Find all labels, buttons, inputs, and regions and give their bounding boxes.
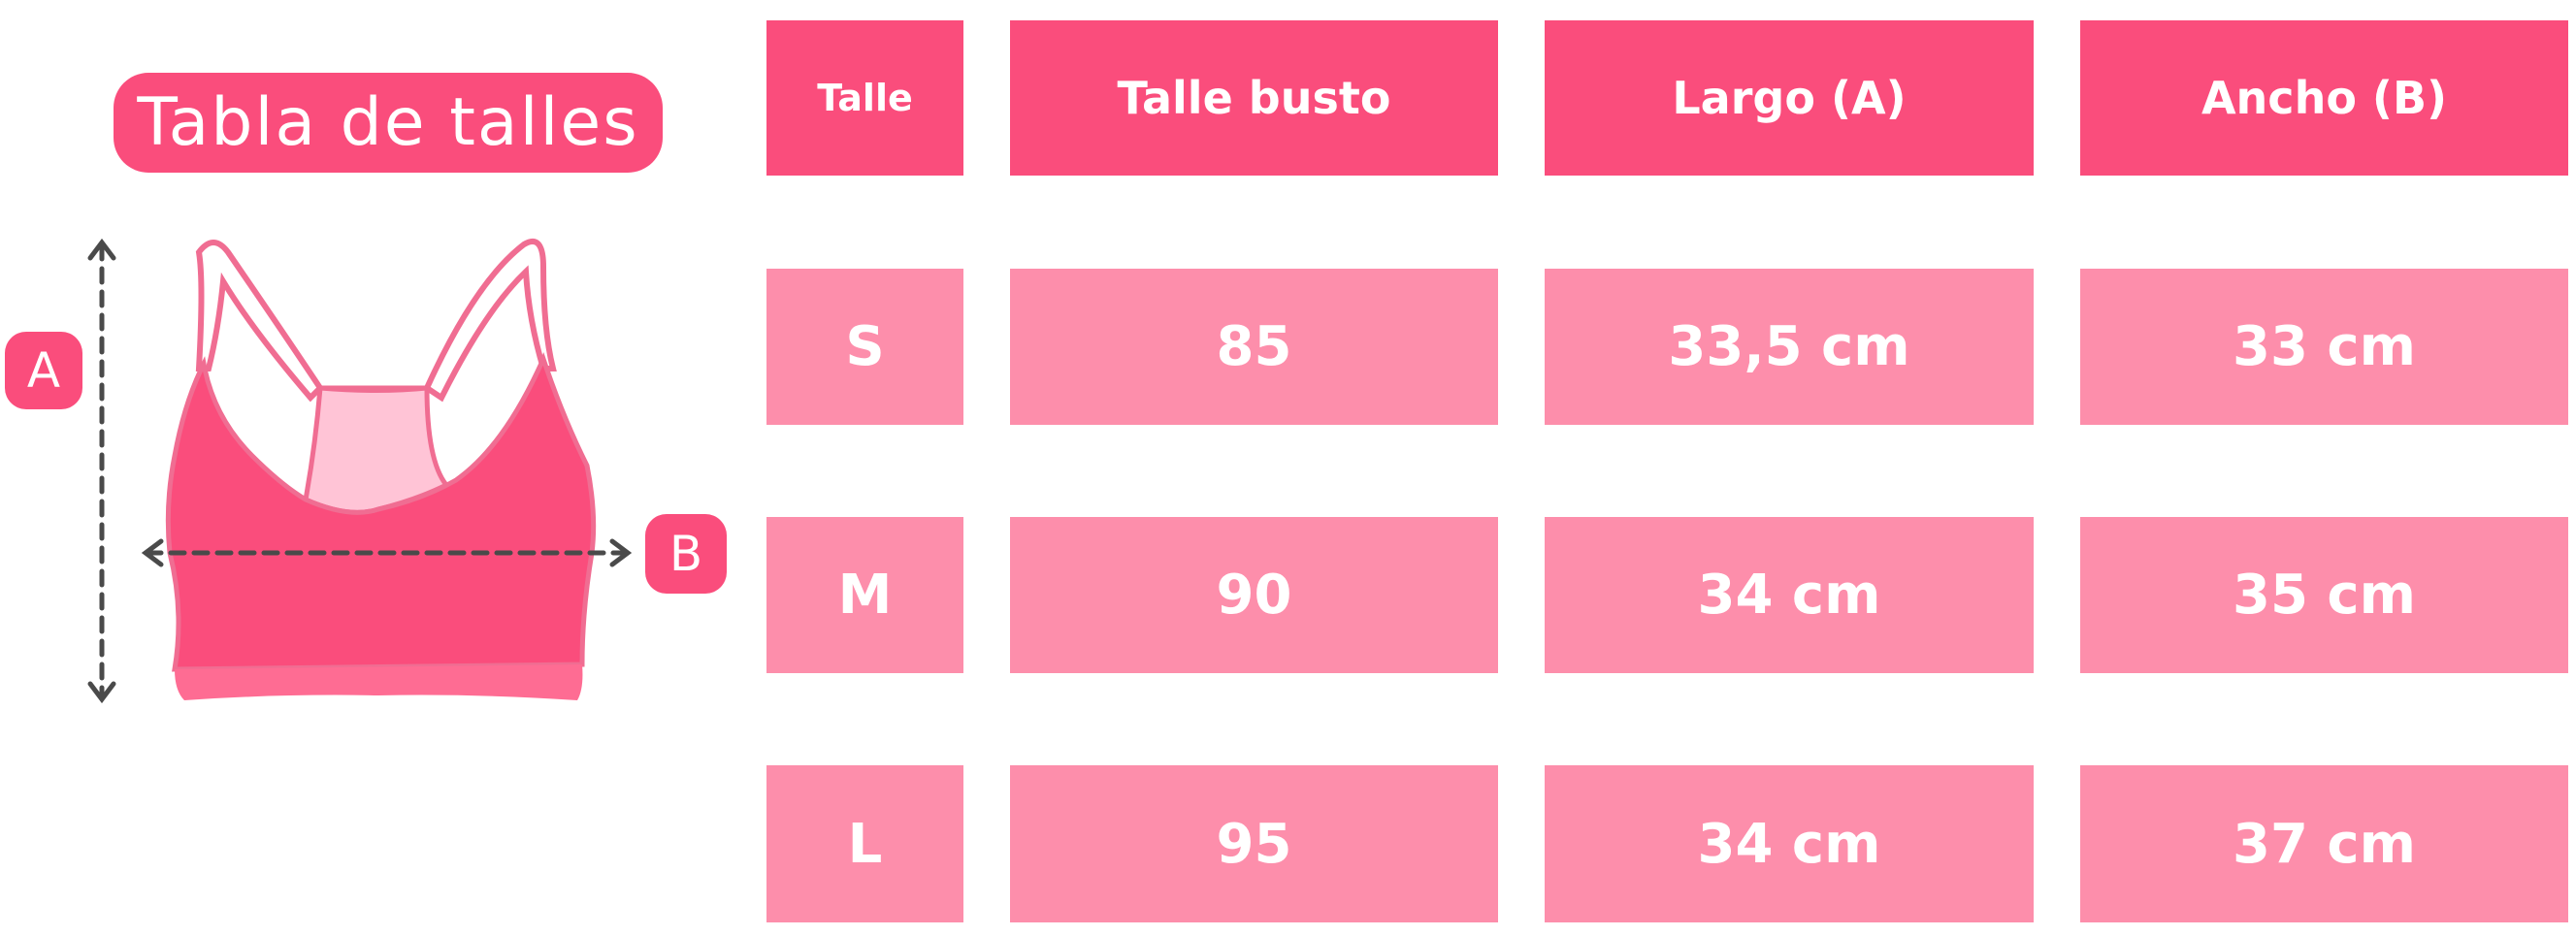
table-cell: 34 cm — [1545, 517, 2034, 673]
table-cell: 35 cm — [2080, 517, 2568, 673]
table-cell: 90 — [1010, 517, 1498, 673]
table-cell: S — [766, 269, 963, 425]
table-cell: M — [766, 517, 963, 673]
bra-left-strap — [195, 240, 324, 403]
table-cell: 37 cm — [2080, 765, 2568, 922]
length-a-label: A — [5, 332, 82, 409]
table-cell: 95 — [1010, 765, 1498, 922]
table-cell: 33 cm — [2080, 269, 2568, 425]
header-largo: Largo (A) — [1545, 20, 2034, 176]
table-cell: 34 cm — [1545, 765, 2034, 922]
table-cell: 33,5 cm — [1545, 269, 2034, 425]
table-cell: L — [766, 765, 963, 922]
size-chart-title: Tabla de talles — [114, 73, 663, 173]
header-talle: Talle — [766, 20, 963, 176]
table-cell: 85 — [1010, 269, 1498, 425]
sports-bra-illustration — [165, 238, 597, 700]
header-ancho: Ancho (B) — [2080, 20, 2568, 176]
bra-hem — [175, 664, 583, 700]
header-talle-busto: Talle busto — [1010, 20, 1498, 176]
